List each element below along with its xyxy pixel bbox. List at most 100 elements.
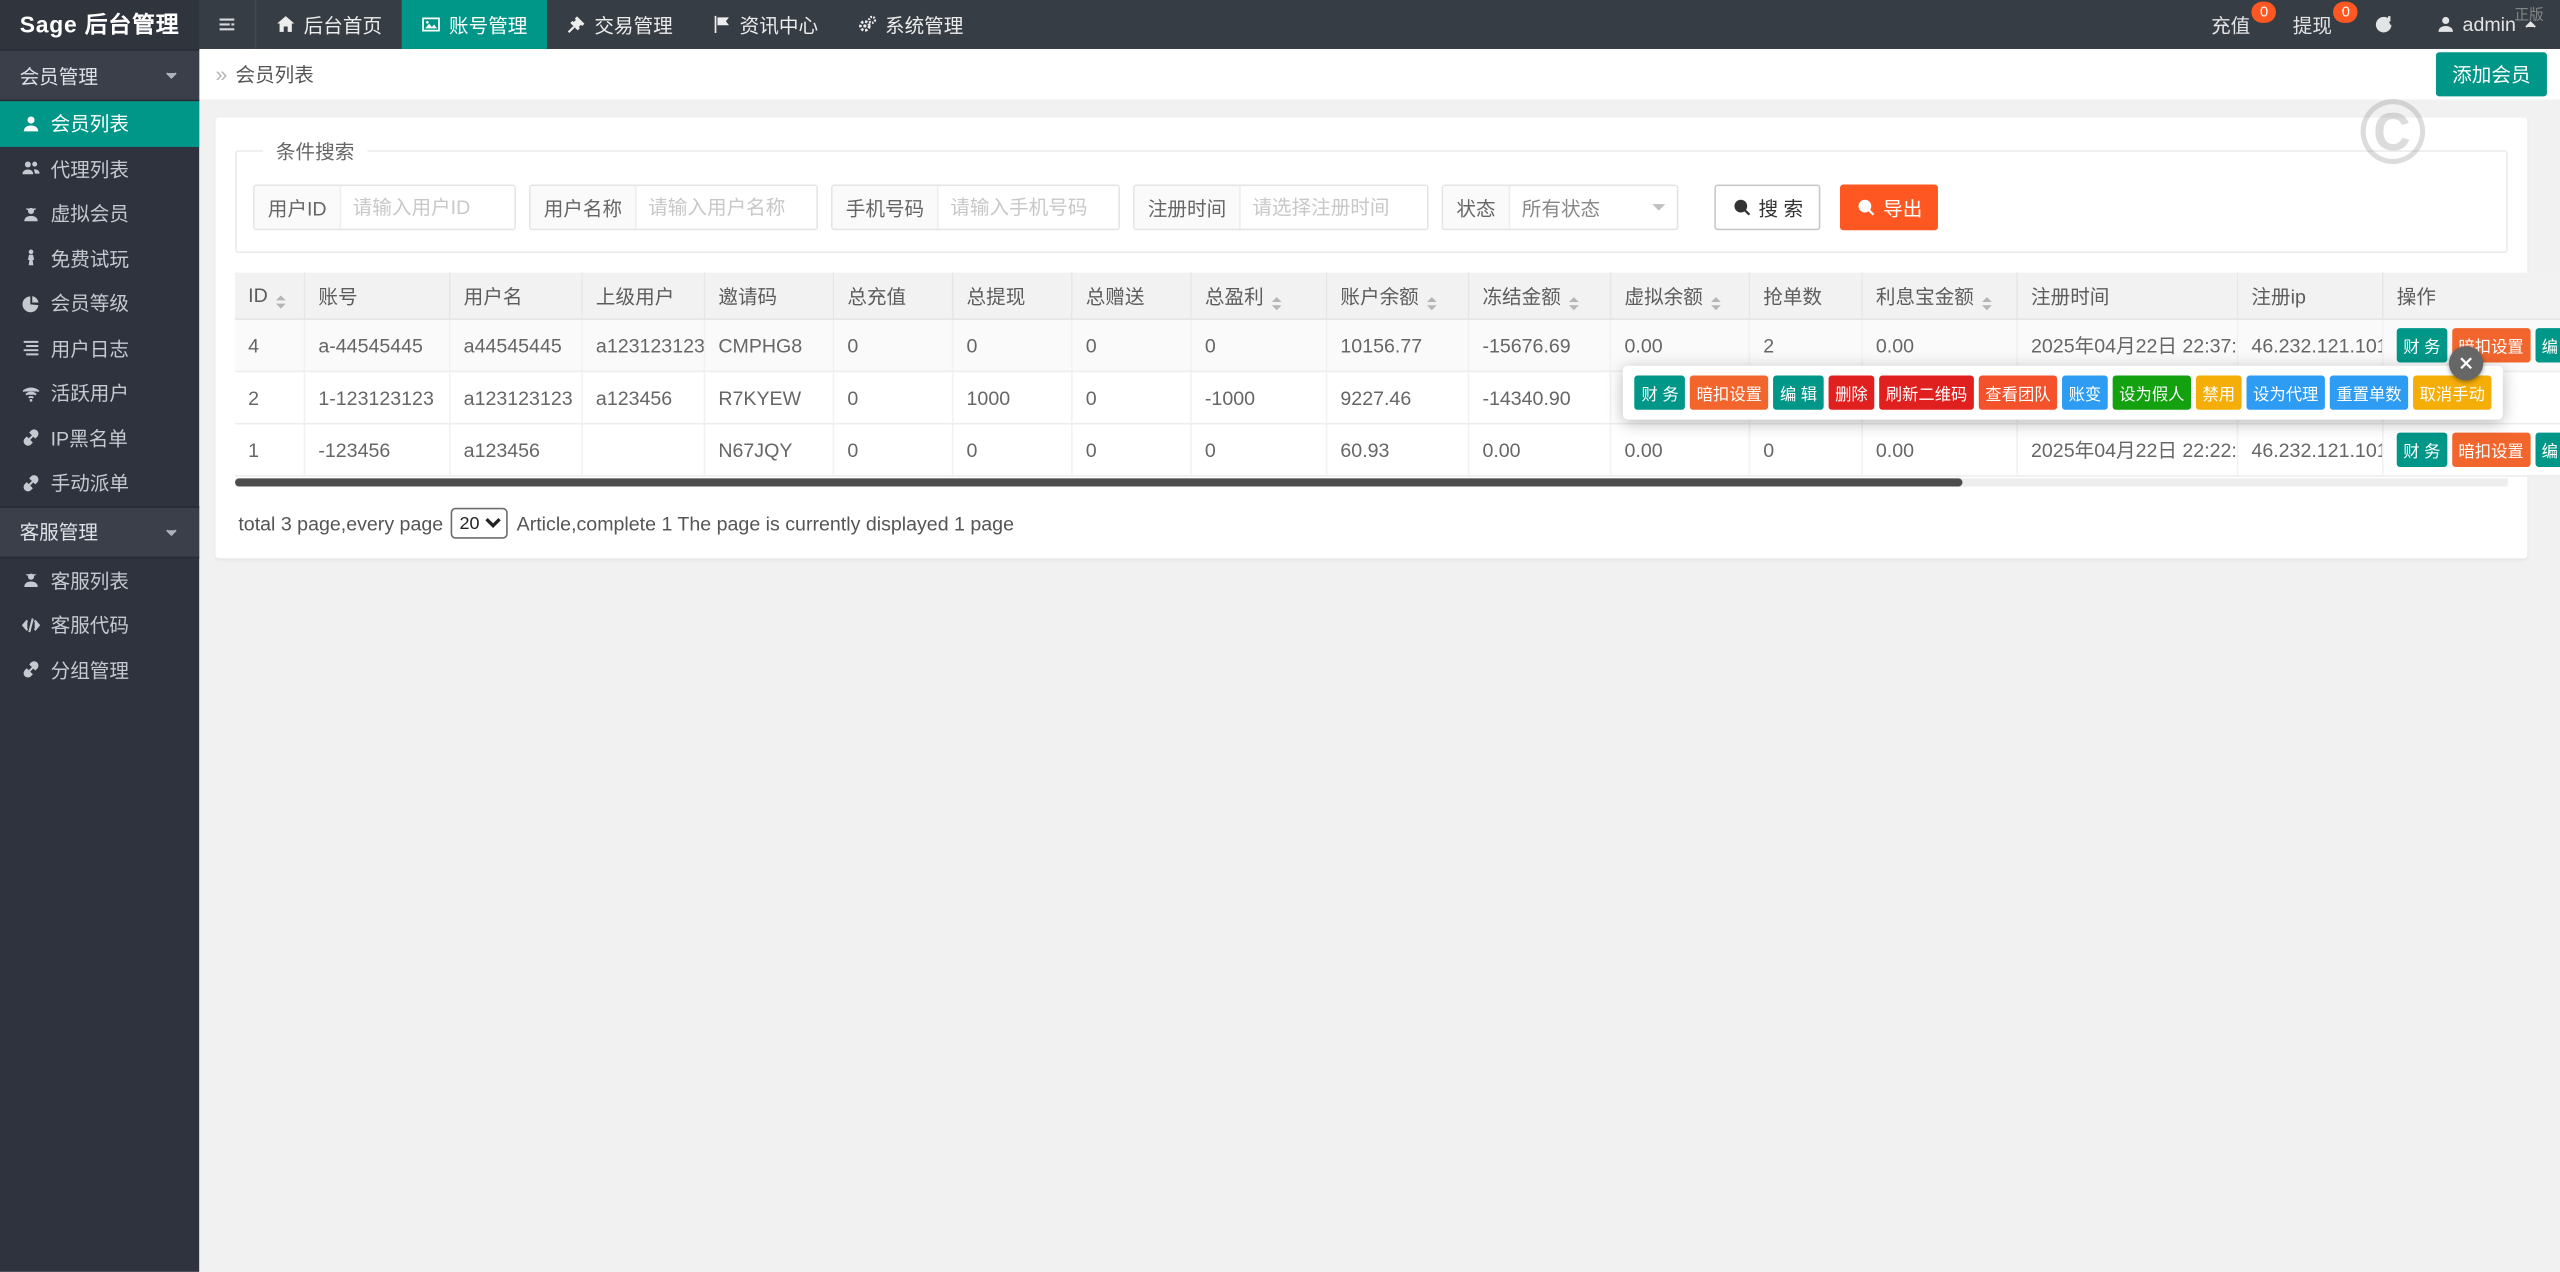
cell-r2c13: 0.00 — [1862, 424, 2017, 476]
scrollbar-thumb[interactable] — [235, 478, 1962, 486]
nav-item-1[interactable]: 账号管理 — [402, 0, 547, 49]
wifi-icon — [21, 383, 41, 403]
sidebar-item-11[interactable]: 客服列表 — [0, 558, 199, 603]
top-nav: 后台首页账号管理交易管理资讯中心系统管理 — [256, 0, 983, 49]
sidebar-item-9[interactable]: 手动派单 — [0, 460, 199, 505]
cell-r0c9: 10156.77 — [1327, 319, 1469, 371]
sort-icon[interactable] — [1711, 296, 1721, 309]
col-header-8[interactable]: 总盈利 — [1191, 273, 1327, 320]
col-header-12: 抢单数 — [1749, 273, 1862, 320]
action-button[interactable]: 财 务 — [2397, 433, 2447, 467]
row-actions-popup: 财 务暗扣设置编 辑删除刷新二维码查看团队账变设为假人禁用设为代理重置单数取消手… — [1624, 366, 2503, 420]
sort-icon[interactable] — [1272, 296, 1282, 309]
cell-r1c10: -14340.90 — [1469, 371, 1611, 423]
action-button[interactable]: 编 辑 — [2535, 433, 2560, 467]
withdraw-link[interactable]: 提现 0 — [2272, 0, 2354, 49]
search-field-input[interactable] — [637, 186, 817, 228]
cell-r1c0: 2 — [235, 371, 304, 423]
sidebar-item-5[interactable]: 会员等级 — [0, 281, 199, 326]
cell-r0c3: a123123123 — [582, 319, 704, 371]
sidebar-item-13[interactable]: 分组管理 — [0, 647, 199, 692]
action-button[interactable]: 财 务 — [1635, 376, 1685, 410]
cell-r0c8: 0 — [1191, 319, 1327, 371]
search-field-input[interactable] — [341, 186, 514, 228]
cell-r0c1: a-44545445 — [304, 319, 449, 371]
app-logo[interactable]: Sage 后台管理 — [0, 0, 199, 49]
sort-icon[interactable] — [1982, 296, 1992, 309]
col-header-13[interactable]: 利息宝金额 — [1862, 273, 2017, 320]
recharge-link[interactable]: 充值 0 — [2190, 0, 2272, 49]
sidebar-item-3[interactable]: 虚拟会员 — [0, 191, 199, 236]
nav-item-2[interactable]: 交易管理 — [547, 0, 692, 49]
cell-r1c2: a123123123 — [450, 371, 582, 423]
action-button[interactable]: 删除 — [1829, 376, 1875, 410]
cell-r2c3 — [582, 424, 704, 476]
sidebar-item-6[interactable]: 用户日志 — [0, 326, 199, 371]
action-button[interactable]: 暗扣设置 — [1690, 376, 1768, 410]
action-button[interactable]: 财 务 — [2397, 328, 2447, 362]
col-header-0[interactable]: ID — [235, 273, 304, 320]
code-icon — [21, 615, 41, 635]
sort-icon[interactable] — [1427, 296, 1437, 309]
action-button[interactable]: 重置单数 — [2330, 376, 2408, 410]
action-button[interactable]: 暗扣设置 — [2452, 433, 2530, 467]
action-button[interactable]: 编 辑 — [2535, 328, 2560, 362]
search-field-3: 注册时间 — [1133, 184, 1429, 230]
action-button[interactable]: 刷新二维码 — [1879, 376, 1974, 410]
street-view-icon — [21, 249, 41, 269]
status-select[interactable]: 所有状态 — [1510, 186, 1677, 228]
nav-item-3[interactable]: 资讯中心 — [692, 0, 837, 49]
cell-r0c15: 46.232.121.101 — [2238, 319, 2383, 371]
cell-r0c12: 2 — [1749, 319, 1862, 371]
action-button[interactable]: 账变 — [2062, 376, 2108, 410]
action-button[interactable]: 查看团队 — [1979, 376, 2057, 410]
action-button[interactable]: 设为假人 — [2113, 376, 2191, 410]
cell-r2c15: 46.232.121.101 — [2238, 424, 2383, 476]
action-button[interactable]: 编 辑 — [1773, 376, 1823, 410]
col-header-14: 注册时间 — [2017, 273, 2237, 320]
page-size-select[interactable]: 20 — [451, 508, 508, 539]
sort-icon[interactable] — [1569, 296, 1579, 309]
search-button[interactable]: 搜 索 — [1714, 184, 1821, 230]
sidebar-section-0[interactable]: 会员管理 — [0, 49, 199, 101]
add-member-button[interactable]: 添加会员 — [2436, 52, 2547, 96]
action-button[interactable]: 禁用 — [2196, 376, 2242, 410]
col-header-9[interactable]: 账户余额 — [1327, 273, 1469, 320]
cell-r0c10: -15676.69 — [1469, 319, 1611, 371]
topbar: Sage 后台管理 后台首页账号管理交易管理资讯中心系统管理 充值 0 提现 0… — [0, 0, 2560, 49]
app-window: Sage 后台管理 后台首页账号管理交易管理资讯中心系统管理 充值 0 提现 0… — [0, 0, 2560, 1272]
image-icon — [421, 15, 441, 35]
sidebar-section-10[interactable]: 客服管理 — [0, 505, 199, 557]
sidebar-item-4[interactable]: 免费试玩 — [0, 236, 199, 281]
search-field-input[interactable] — [1241, 186, 1427, 228]
pagination: total 3 page,every page 20 Article,compl… — [235, 508, 2508, 539]
sidebar-item-12[interactable]: 客服代码 — [0, 602, 199, 647]
action-button[interactable]: 设为代理 — [2247, 376, 2325, 410]
chevron-down-icon — [1652, 204, 1665, 217]
sidebar-item-7[interactable]: 活跃用户 — [0, 371, 199, 416]
sidebar-item-8[interactable]: IP黑名单 — [0, 416, 199, 461]
horizontal-scrollbar[interactable] — [235, 478, 2508, 486]
nav-item-0[interactable]: 后台首页 — [256, 0, 401, 49]
export-button[interactable]: 导出 — [1841, 184, 1939, 230]
search-field-input[interactable] — [939, 186, 1119, 228]
refresh-button[interactable] — [2353, 0, 2415, 49]
col-header-4: 邀请码 — [704, 273, 833, 320]
cell-r0c6: 0 — [953, 319, 1072, 371]
cell-r2c4: N67JQY — [704, 424, 833, 476]
action-button[interactable]: 取消手动 — [2413, 376, 2491, 410]
search-icon — [1732, 198, 1752, 218]
col-header-6: 总提现 — [953, 273, 1072, 320]
hamburger-button[interactable] — [199, 0, 256, 49]
popup-close-button[interactable] — [2449, 346, 2483, 380]
close-icon — [2457, 354, 2475, 372]
user-icon — [21, 114, 41, 134]
sidebar-item-2[interactable]: 代理列表 — [0, 146, 199, 191]
table-header-row: ID账号用户名上级用户邀请码总充值总提现总赠送总盈利账户余额冻结金额虚拟余额抢单… — [235, 273, 2560, 320]
user-secret-icon — [21, 570, 41, 590]
col-header-10[interactable]: 冻结金额 — [1469, 273, 1611, 320]
nav-item-4[interactable]: 系统管理 — [838, 0, 983, 49]
sidebar-item-1[interactable]: 会员列表 — [0, 101, 199, 146]
sort-icon[interactable] — [276, 295, 286, 308]
col-header-11[interactable]: 虚拟余额 — [1611, 273, 1750, 320]
